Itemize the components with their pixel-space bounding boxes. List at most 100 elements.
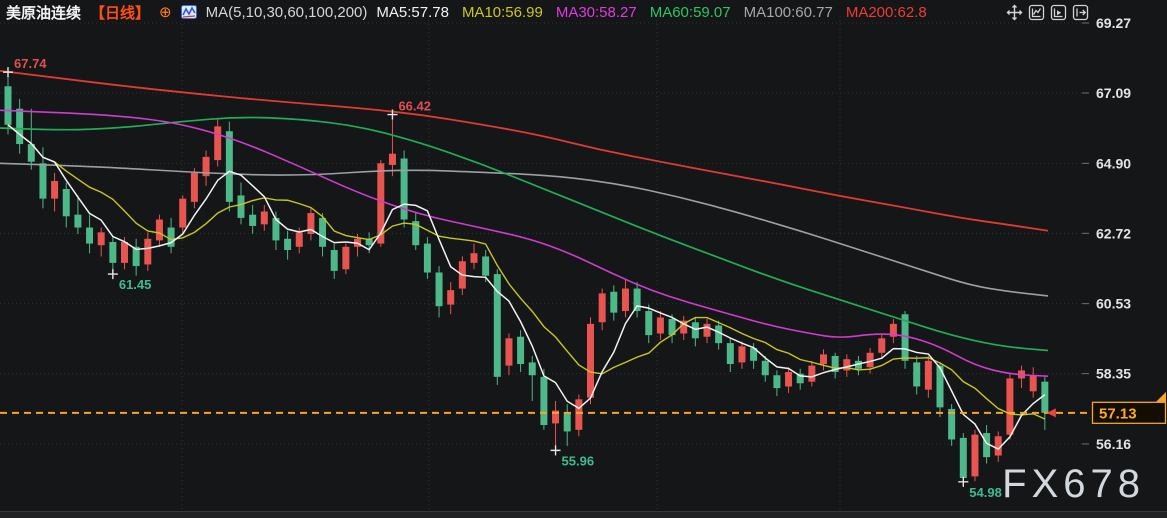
candle — [331, 250, 338, 271]
swing-cross-marker — [108, 269, 118, 279]
scale-chart-icon[interactable] — [1027, 3, 1045, 21]
playhead-icon[interactable] — [1049, 3, 1067, 21]
current-price-badge: 57.13 — [1093, 392, 1167, 424]
candle — [389, 154, 396, 165]
candle — [610, 292, 617, 313]
axis-tick-label: 67.09 — [1096, 85, 1131, 101]
crosshair-icon[interactable] — [1005, 3, 1023, 21]
candle — [16, 109, 23, 144]
candle — [505, 338, 512, 365]
ma-values: MA5:57.78MA10:56.99MA30:58.27MA60:59.07M… — [376, 4, 939, 21]
candle — [820, 354, 827, 364]
price-trend-arrow — [1156, 392, 1166, 402]
candle — [319, 218, 326, 247]
candle — [436, 272, 443, 306]
chart-type-icon[interactable] — [181, 5, 197, 19]
ma-value-label: MA5:57.78 — [376, 4, 449, 21]
timeframe-label[interactable]: 【日线】 — [90, 2, 150, 23]
ma-params-label: MA(5,10,30,60,100,200) — [206, 4, 368, 21]
candle — [156, 220, 163, 241]
axis-tick-label: 69.27 — [1096, 15, 1131, 31]
swing-price-label: 61.45 — [119, 277, 152, 292]
candle — [261, 211, 268, 224]
candle — [74, 215, 81, 228]
candle — [692, 322, 699, 338]
symbol-title: 美原油连续 — [6, 2, 81, 23]
swing-cross-marker — [958, 477, 968, 487]
price-axis[interactable]: 69.2767.0964.9062.7260.5358.3556.16 — [1082, 15, 1131, 452]
candle — [657, 317, 664, 333]
candle — [727, 343, 734, 364]
chart-toolbar — [1005, 3, 1089, 21]
candle — [878, 338, 885, 352]
candle — [704, 324, 711, 337]
candle — [599, 293, 606, 322]
candle — [808, 366, 815, 382]
candle — [529, 362, 536, 375]
ma-value-label: MA100:60.77 — [744, 4, 833, 21]
candle — [517, 337, 524, 364]
add-compare-icon[interactable]: ⊕ — [159, 5, 172, 20]
chart-header: 美原油连续 【日线】 ⊕ MA(5,10,30,60,100,200) MA5:… — [6, 2, 940, 22]
candle — [645, 311, 652, 335]
candle — [447, 290, 454, 304]
candle — [214, 126, 221, 160]
candle — [913, 362, 920, 386]
candle — [424, 244, 431, 273]
candle — [960, 438, 967, 478]
chart-canvas[interactable]: 67.74 66.42 61.45 55.96 54.98 69.27 67.09 64.90… — [0, 0, 1167, 518]
ma-value-label: MA200:62.8 — [846, 4, 927, 21]
candle — [342, 247, 349, 269]
candle — [622, 289, 629, 311]
candle — [762, 361, 769, 375]
candle — [540, 377, 547, 425]
candle — [226, 131, 233, 202]
swing-cross-marker — [3, 67, 13, 77]
candle — [738, 346, 745, 362]
candle — [63, 189, 70, 216]
ma-line-ma200 — [0, 71, 1048, 231]
watermark-fx678: FX678 — [1002, 464, 1145, 504]
candle — [39, 163, 46, 198]
candle — [51, 181, 58, 199]
axis-tick-label: 62.72 — [1096, 225, 1131, 241]
candle — [121, 242, 128, 263]
candle — [925, 361, 932, 390]
swing-price-label: 66.42 — [398, 99, 431, 114]
axis-tick-label: 58.35 — [1096, 366, 1131, 382]
timeline-bar[interactable] — [0, 511, 1167, 518]
swing-price-label: 54.98 — [969, 485, 1002, 500]
candle — [1006, 378, 1013, 434]
ma-value-label: MA60:59.07 — [650, 4, 731, 21]
candle — [109, 242, 116, 263]
axis-tick-label: 64.90 — [1096, 155, 1131, 171]
candle — [238, 195, 245, 217]
candle — [634, 289, 641, 311]
candle — [471, 253, 478, 263]
candle — [482, 256, 489, 275]
candle — [715, 325, 722, 343]
ma-value-label: MA30:58.27 — [556, 4, 637, 21]
goto-latest-icon[interactable] — [1071, 3, 1089, 21]
candle — [179, 199, 186, 228]
ma-line-ma5 — [8, 125, 1045, 449]
axis-tick-label: 56.16 — [1096, 436, 1131, 452]
candle — [564, 412, 571, 431]
swing-price-label: 55.96 — [562, 453, 595, 468]
candle — [971, 435, 978, 477]
candle — [773, 375, 780, 388]
candle — [575, 399, 582, 430]
ma-line-ma10 — [8, 125, 1045, 419]
current-price-label: 57.13 — [1099, 405, 1137, 422]
swing-cross-marker — [551, 445, 561, 455]
candle — [249, 215, 256, 226]
ma-lines — [0, 71, 1048, 449]
swing-price-label: 67.74 — [14, 56, 47, 71]
candle — [86, 228, 93, 244]
chart-window: 67.74 66.42 61.45 55.96 54.98 69.27 67.09 64.90… — [0, 0, 1167, 518]
candle — [98, 232, 105, 245]
candle — [1030, 375, 1037, 391]
candle — [5, 86, 12, 125]
candle — [785, 372, 792, 386]
candle — [587, 324, 594, 398]
